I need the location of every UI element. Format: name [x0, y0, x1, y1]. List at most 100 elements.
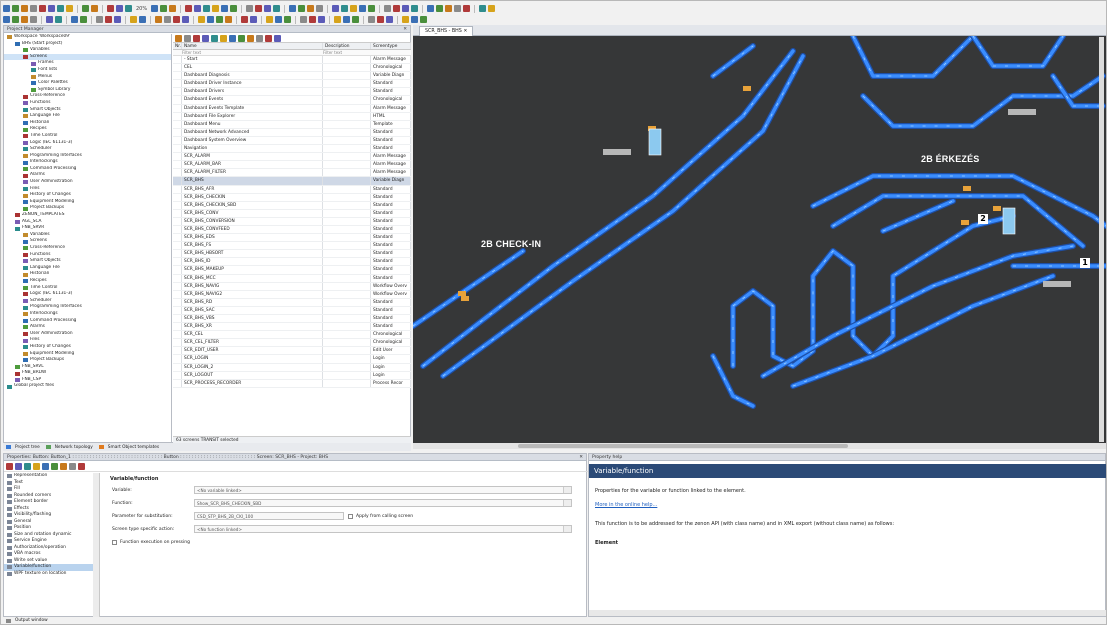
tree-item[interactable]: FNB_SRVR — [4, 225, 171, 232]
table-row[interactable]: SCR_BHS_CONV Standard — [173, 209, 411, 218]
cursor-icon[interactable] — [130, 16, 137, 23]
tree-item[interactable]: Interlockings — [4, 311, 171, 318]
expand-icon[interactable] — [7, 565, 12, 570]
table-row[interactable]: SCR_LOGOUT Login — [173, 371, 411, 380]
table-row[interactable]: SCR_PROCESS_RECORDER Process Recor — [173, 379, 411, 388]
delete-icon[interactable] — [202, 34, 209, 42]
expand-icon[interactable] — [7, 526, 12, 531]
tree-item[interactable]: History of Changes — [4, 192, 171, 199]
expand-icon[interactable] — [7, 480, 12, 485]
refresh-icon[interactable] — [256, 34, 263, 42]
table-row[interactable]: Dashboard Drivers Standard — [173, 88, 411, 97]
table-row[interactable]: SCR_BHS_NAVIG2 Workflow Overv — [173, 290, 411, 299]
sort-icon[interactable] — [24, 463, 31, 470]
tree-item[interactable]: Menus — [4, 74, 171, 81]
table-row[interactable]: SCR_BHS_NAVIG Workflow Overv — [173, 282, 411, 291]
apply-from-calling-checkbox[interactable]: Apply from calling screen — [348, 513, 413, 519]
tree-item[interactable]: Equipment Modeling — [4, 351, 171, 358]
layer-icon[interactable] — [427, 5, 435, 12]
tree-item[interactable]: Time Control — [4, 285, 171, 292]
compile-icon[interactable] — [82, 5, 89, 12]
add-icon[interactable] — [175, 34, 182, 42]
tree-item[interactable]: BHS (Start project) — [4, 41, 171, 48]
run-icon[interactable] — [91, 5, 98, 12]
table-row[interactable]: Dashboard Events Template Alarm Message — [173, 104, 411, 113]
tree-item[interactable]: Interlockings — [4, 159, 171, 166]
cloud-icon[interactable] — [225, 16, 232, 23]
link-icon[interactable] — [184, 34, 191, 42]
trend-icon[interactable] — [402, 5, 410, 12]
table-row[interactable]: SCR_BHS_SAC Standard — [173, 306, 411, 315]
tree-item[interactable]: Recipes — [4, 126, 171, 133]
unlink-icon[interactable] — [250, 16, 257, 23]
export-icon[interactable] — [30, 16, 37, 23]
browse-button[interactable] — [563, 487, 571, 493]
tree-item[interactable]: Files — [4, 337, 171, 344]
tree-item[interactable]: FNB_BRDW — [4, 370, 171, 377]
table-row[interactable]: SCR_BHS_AFR Standard — [173, 185, 411, 194]
canvas-horizontal-scrollbar[interactable] — [413, 443, 1106, 449]
help-icon[interactable] — [274, 34, 281, 42]
filter-type[interactable] — [371, 50, 411, 55]
table-row[interactable]: SCR_BHS_EDS Standard — [173, 234, 411, 243]
close-icon[interactable]: ✕ — [579, 454, 583, 460]
function-field[interactable]: Show_SCR_BHS_CHECKIN_SBD — [194, 499, 572, 507]
table-row[interactable]: SCR_CEL Chronological — [173, 331, 411, 340]
function-icon[interactable] — [309, 16, 316, 23]
save-icon[interactable] — [12, 5, 19, 12]
table-row[interactable]: SCR_ALARM Alarm Message — [173, 153, 411, 162]
table-row[interactable]: SCR_BHS_CHECKIN_SBD Standard — [173, 201, 411, 210]
settings-icon[interactable] — [238, 34, 245, 42]
front-icon[interactable] — [289, 5, 297, 12]
symbol-icon[interactable] — [436, 5, 444, 12]
zoom-icon[interactable] — [125, 5, 132, 12]
expand-icon[interactable] — [7, 506, 12, 511]
alarm-icon[interactable] — [411, 5, 419, 12]
tree-item[interactable]: Frames — [4, 60, 171, 67]
table-row[interactable]: SCR_BHS_MCC Standard — [173, 274, 411, 283]
tree-item[interactable]: Logic (IEC 61131-3) — [4, 291, 171, 298]
table-row[interactable]: Dashboard Network Advanced Standard — [173, 128, 411, 137]
table-row[interactable]: SCR_BHS_XR Standard — [173, 323, 411, 332]
table-row[interactable]: SCR_BHS Variable Diagn — [173, 177, 411, 186]
tree-item[interactable]: Project Backups — [4, 357, 171, 364]
align-middle-icon[interactable] — [221, 5, 229, 12]
cut-icon[interactable] — [21, 5, 28, 12]
tree-item[interactable]: Command Processing — [4, 318, 171, 325]
distribute-icon[interactable] — [246, 5, 254, 12]
tree-item[interactable]: Language File — [4, 265, 171, 272]
collapse-icon[interactable] — [51, 463, 58, 470]
expand-icon[interactable] — [7, 552, 12, 557]
table-row[interactable]: Dashboard File Explorer HTML — [173, 112, 411, 121]
param-field[interactable]: CSD_STP_BHS_2B_CKI_100 — [194, 512, 344, 520]
play-icon[interactable] — [71, 16, 78, 23]
property-category[interactable]: WPF texture on location — [4, 571, 99, 578]
screentype-field[interactable]: <No function linked> — [194, 525, 572, 533]
chart-icon[interactable] — [105, 16, 112, 23]
tree-item[interactable]: Functions — [4, 100, 171, 107]
table-row[interactable]: SCR_BHS_VBS Standard — [173, 315, 411, 324]
tree-item[interactable]: Scheduler — [4, 146, 171, 153]
col-description[interactable]: Description — [323, 43, 371, 49]
color-icon[interactable] — [155, 16, 162, 23]
script-icon[interactable] — [318, 16, 325, 23]
tree-item[interactable]: Cross-Reference — [4, 93, 171, 100]
arrow-icon[interactable] — [198, 16, 205, 23]
table-row[interactable]: SCR_EDIT_USER Edit User — [173, 347, 411, 356]
table-row[interactable]: Navigation Standard — [173, 145, 411, 154]
variable-field[interactable]: <No variable linked> — [194, 486, 572, 494]
table-row[interactable]: SCR_BHS_CHECKIN Standard — [173, 193, 411, 202]
tree-item[interactable]: User Administration — [4, 179, 171, 186]
paste-icon[interactable] — [39, 5, 46, 12]
exec-on-press-checkbox[interactable] — [112, 539, 117, 545]
group-users-icon[interactable] — [343, 16, 350, 23]
border-icon[interactable] — [173, 16, 180, 23]
tree-item[interactable]: Cross-Reference — [4, 245, 171, 252]
table-row[interactable]: SCR_BHS_MAKEUP Standard — [173, 266, 411, 275]
settings-icon[interactable] — [479, 5, 487, 12]
expand-icon[interactable] — [7, 545, 12, 550]
tree-item[interactable]: Programming Interfaces — [4, 153, 171, 160]
hand-icon[interactable] — [139, 16, 146, 23]
canvas-vertical-scrollbar[interactable] — [1099, 37, 1104, 442]
tree-item[interactable]: Time Control — [4, 133, 171, 140]
